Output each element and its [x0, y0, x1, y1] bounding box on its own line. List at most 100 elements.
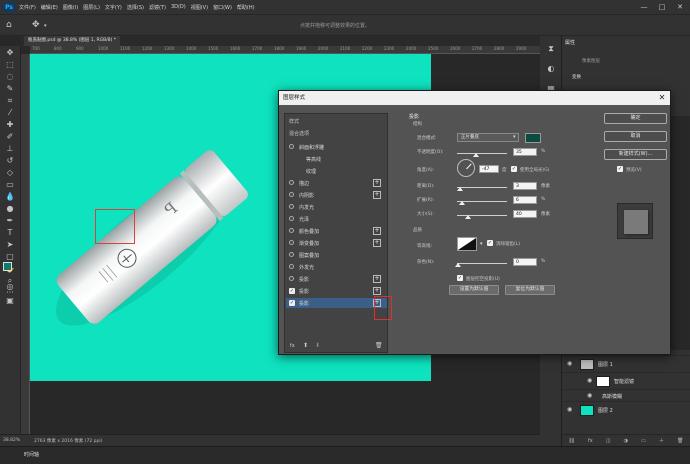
noise-slider-track[interactable]: [457, 263, 507, 264]
menu-view[interactable]: 视图(V): [191, 4, 208, 11]
opacity-slider-track[interactable]: [457, 153, 507, 154]
knockout-checkbox[interactable]: ✓: [457, 275, 463, 281]
blend-options-header[interactable]: 混合选项: [289, 130, 309, 137]
noise-slider-knob[interactable]: [455, 263, 461, 267]
layer-row[interactable]: ◉ 智能滤镜: [562, 372, 690, 389]
marquee-tool-icon[interactable]: ⬚: [4, 60, 16, 70]
quick-mask-icon[interactable]: ◎: [4, 282, 16, 292]
add-effect-icon[interactable]: +: [373, 275, 381, 283]
history-brush-icon[interactable]: ↺: [4, 156, 16, 166]
contour-picker[interactable]: [457, 237, 477, 251]
fx-icon[interactable]: fx: [588, 438, 593, 444]
document-tab[interactable]: 瓶盖贴图.psd @ 38.8% (图层 1, RGB/8) *: [24, 36, 120, 46]
selection-rectangle[interactable]: [95, 209, 135, 244]
effect-item[interactable]: 内发光: [286, 202, 387, 212]
menu-image[interactable]: 图像(I): [63, 4, 78, 11]
eraser-tool-icon[interactable]: ◇: [4, 168, 16, 178]
properties-tab[interactable]: 属性: [565, 39, 575, 46]
chevron-down-icon[interactable]: ▾: [44, 23, 47, 29]
effect-checkbox[interactable]: [289, 228, 294, 233]
menu-help[interactable]: 帮助(H): [237, 4, 255, 11]
add-effect-icon[interactable]: +: [373, 239, 381, 247]
move-up-icon[interactable]: ⬆: [303, 342, 308, 349]
effect-item[interactable]: 图案叠加: [286, 250, 387, 260]
move-tool-icon[interactable]: ✥: [32, 20, 40, 30]
add-effect-icon[interactable]: +: [373, 287, 381, 295]
eye-icon[interactable]: ◉: [567, 406, 572, 413]
trash-icon[interactable]: 🗑: [375, 342, 383, 349]
effect-item[interactable]: 外发光: [286, 262, 387, 272]
screen-mode-icon[interactable]: ▣: [4, 296, 16, 306]
cancel-button[interactable]: 取消: [604, 131, 667, 142]
shadow-color-swatch[interactable]: [525, 133, 541, 143]
color-panel-icon[interactable]: ◐: [545, 64, 557, 74]
folder-icon[interactable]: ▭: [641, 438, 646, 444]
anti-alias-checkbox[interactable]: ✓: [487, 240, 493, 246]
add-effect-icon[interactable]: +: [373, 191, 381, 199]
stamp-tool-icon[interactable]: ⊥: [4, 144, 16, 154]
effect-item[interactable]: 内阴影 +: [286, 190, 387, 200]
foreground-color-swatch[interactable]: [3, 262, 12, 271]
effect-checkbox[interactable]: [289, 216, 294, 221]
layer-row[interactable]: ◉ 图层 2: [562, 401, 690, 418]
pen-tool-icon[interactable]: ✒: [4, 216, 16, 226]
new-style-button[interactable]: 新建样式(W)...: [604, 149, 667, 160]
ok-button[interactable]: 确定: [604, 113, 667, 124]
path-select-icon[interactable]: ➤: [4, 240, 16, 250]
menu-edit[interactable]: 编辑(E): [41, 4, 58, 11]
crop-tool-icon[interactable]: ⌗: [4, 96, 16, 106]
effect-item[interactable]: 投影 +: [286, 274, 387, 284]
spread-input[interactable]: 6: [513, 196, 537, 204]
brush-tool-icon[interactable]: ✐: [4, 132, 16, 142]
effect-checkbox[interactable]: [289, 192, 294, 197]
eye-icon[interactable]: ◉: [587, 377, 592, 384]
move-tool-icon[interactable]: ✥: [4, 48, 16, 58]
effect-item[interactable]: 描边 +: [286, 178, 387, 188]
trash-icon[interactable]: 🗑: [677, 438, 683, 444]
lasso-tool-icon[interactable]: ◌: [4, 72, 16, 82]
quick-select-icon[interactable]: ✎: [4, 84, 16, 94]
eye-icon[interactable]: ◉: [587, 392, 592, 399]
adjustment-icon[interactable]: ◑: [624, 438, 628, 444]
menu-select[interactable]: 选择(S): [127, 4, 144, 11]
reset-default-button[interactable]: 复位为默认值: [505, 285, 555, 295]
transform-section[interactable]: 变换: [572, 74, 581, 80]
blend-mode-select[interactable]: 正片叠底: [457, 133, 519, 142]
effect-checkbox[interactable]: [289, 240, 294, 245]
distance-slider-track[interactable]: [457, 187, 507, 188]
effect-item[interactable]: ✓ 投影 +: [286, 298, 387, 308]
close-icon[interactable]: ✕: [657, 91, 667, 105]
global-light-checkbox[interactable]: ✓: [511, 166, 517, 172]
home-icon[interactable]: ⌂: [6, 20, 12, 30]
menu-layer[interactable]: 图层(L): [83, 4, 100, 11]
maximize-button[interactable]: □: [654, 0, 670, 14]
opacity-slider-knob[interactable]: [473, 153, 479, 157]
history-panel-icon[interactable]: ⧗: [545, 44, 557, 54]
eye-icon[interactable]: ◉: [567, 360, 572, 367]
menu-window[interactable]: 窗口(W): [213, 4, 232, 11]
effect-checkbox[interactable]: [289, 144, 294, 149]
menu-filter[interactable]: 滤镜(T): [149, 4, 166, 11]
move-down-icon[interactable]: ⬇: [315, 342, 320, 349]
effect-checkbox[interactable]: [289, 252, 294, 257]
menu-type[interactable]: 文字(Y): [105, 4, 122, 11]
effect-item[interactable]: 纹理: [286, 166, 387, 176]
effect-item[interactable]: 颜色叠加 +: [286, 226, 387, 236]
link-icon[interactable]: ⛓: [569, 438, 575, 444]
noise-input[interactable]: 0: [513, 258, 537, 266]
effect-checkbox[interactable]: [289, 180, 294, 185]
size-slider-knob[interactable]: [465, 215, 471, 219]
preview-checkbox[interactable]: ✓: [617, 166, 623, 172]
minimize-button[interactable]: —: [636, 0, 652, 14]
eyedropper-icon[interactable]: ⁄: [4, 108, 16, 118]
make-default-button[interactable]: 设置为默认值: [449, 285, 499, 295]
spread-slider-knob[interactable]: [459, 201, 465, 205]
layer-row[interactable]: ◉ 图层 1: [562, 355, 690, 372]
distance-slider-knob[interactable]: [457, 187, 463, 191]
type-tool-icon[interactable]: T: [4, 228, 16, 238]
shape-tool-icon[interactable]: ▢: [4, 252, 16, 262]
angle-input[interactable]: -47: [479, 165, 499, 173]
effect-checkbox[interactable]: ✓: [289, 288, 295, 294]
effect-item[interactable]: 光泽: [286, 214, 387, 224]
effect-checkbox[interactable]: [289, 264, 294, 269]
